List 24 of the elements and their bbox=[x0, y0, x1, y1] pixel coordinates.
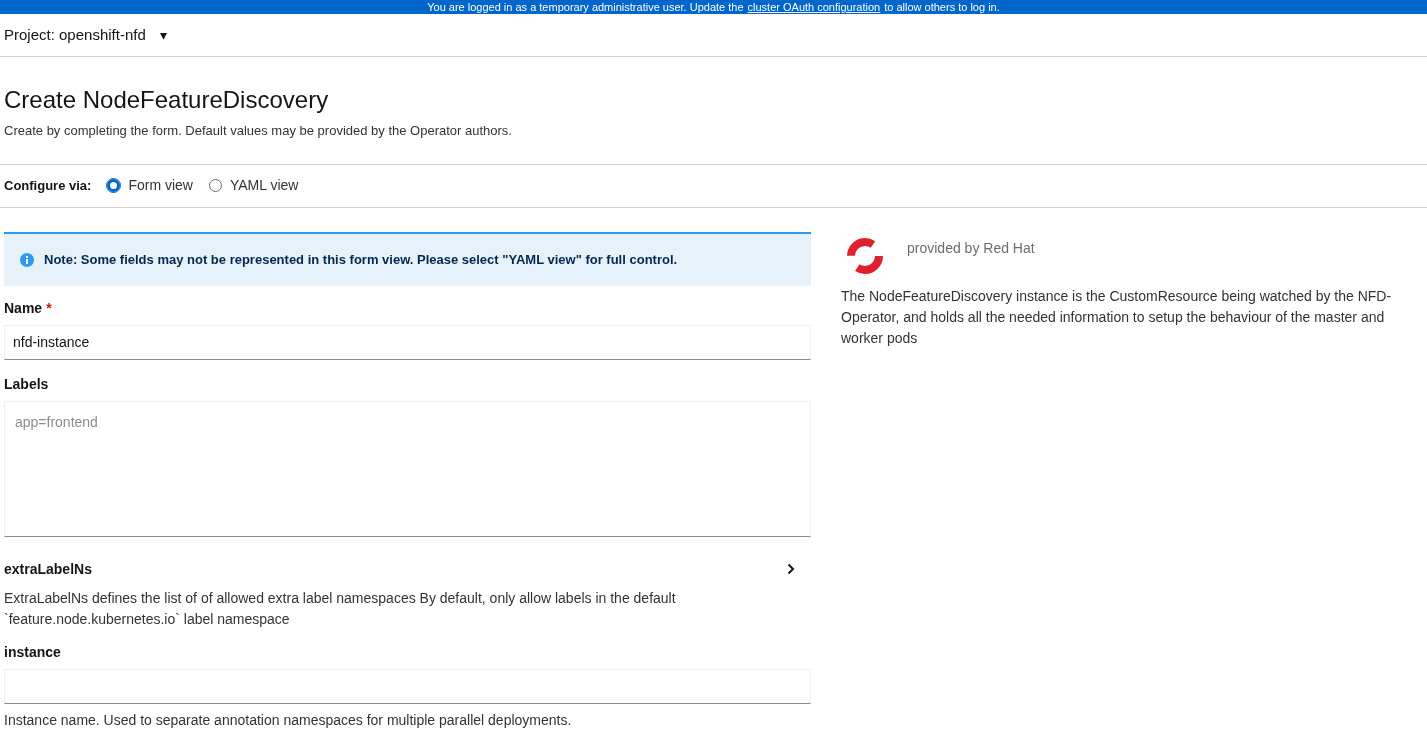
field-label: instance bbox=[4, 642, 61, 662]
banner-text: to allow others to log in. bbox=[884, 0, 1000, 14]
operator-description: The NodeFeatureDiscovery instance is the CustomResource being watched by the NFD-Operator, and holds all the needed information to setup the behaviour of the master and worker pods bbox=[841, 286, 1393, 348]
required-mark: * bbox=[46, 298, 52, 318]
provider-text: provided by Red Hat bbox=[907, 238, 1035, 258]
view-radio[interactable]: Form view bbox=[107, 175, 193, 196]
oauth-link[interactable]: cluster OAuth configuration bbox=[747, 0, 881, 14]
alert-text: Note: Some fields may not be represented in this form view. Please select "YAML view" for full control. bbox=[44, 250, 678, 269]
configure-label: Configure via: bbox=[4, 176, 92, 195]
page-title: Create NodeFeatureDiscovery bbox=[4, 85, 330, 115]
text-field[interactable]: nfd-instance bbox=[4, 324, 811, 360]
project-selector[interactable]: Project: openshift-nfd ▾ bbox=[4, 23, 167, 47]
text-field[interactable] bbox=[4, 668, 811, 704]
field-label: Name bbox=[4, 298, 43, 318]
info-icon bbox=[20, 252, 34, 267]
banner-text: You are logged in as a temporary administrative user. Update the bbox=[427, 0, 744, 14]
view-radio[interactable]: YAML view bbox=[208, 175, 299, 196]
field-label: Labels bbox=[4, 374, 49, 394]
labels-field[interactable]: app=frontend bbox=[4, 400, 811, 537]
help-text: Instance name. Used to separate annotation namespaces for multiple parallel deployments. bbox=[4, 710, 573, 730]
page-subtitle: Create by completing the form. Default values may be provided by the Operator authors. bbox=[4, 122, 513, 140]
help-text: ExtraLabelNs defines the list of of allowed extra label namespaces By default, only allow labels in the default `feature.node.kubernetes.io` label namespace bbox=[4, 588, 677, 629]
chevron-right-icon bbox=[787, 563, 795, 575]
expand-section-toggle[interactable]: extraLabelNs bbox=[4, 558, 811, 580]
